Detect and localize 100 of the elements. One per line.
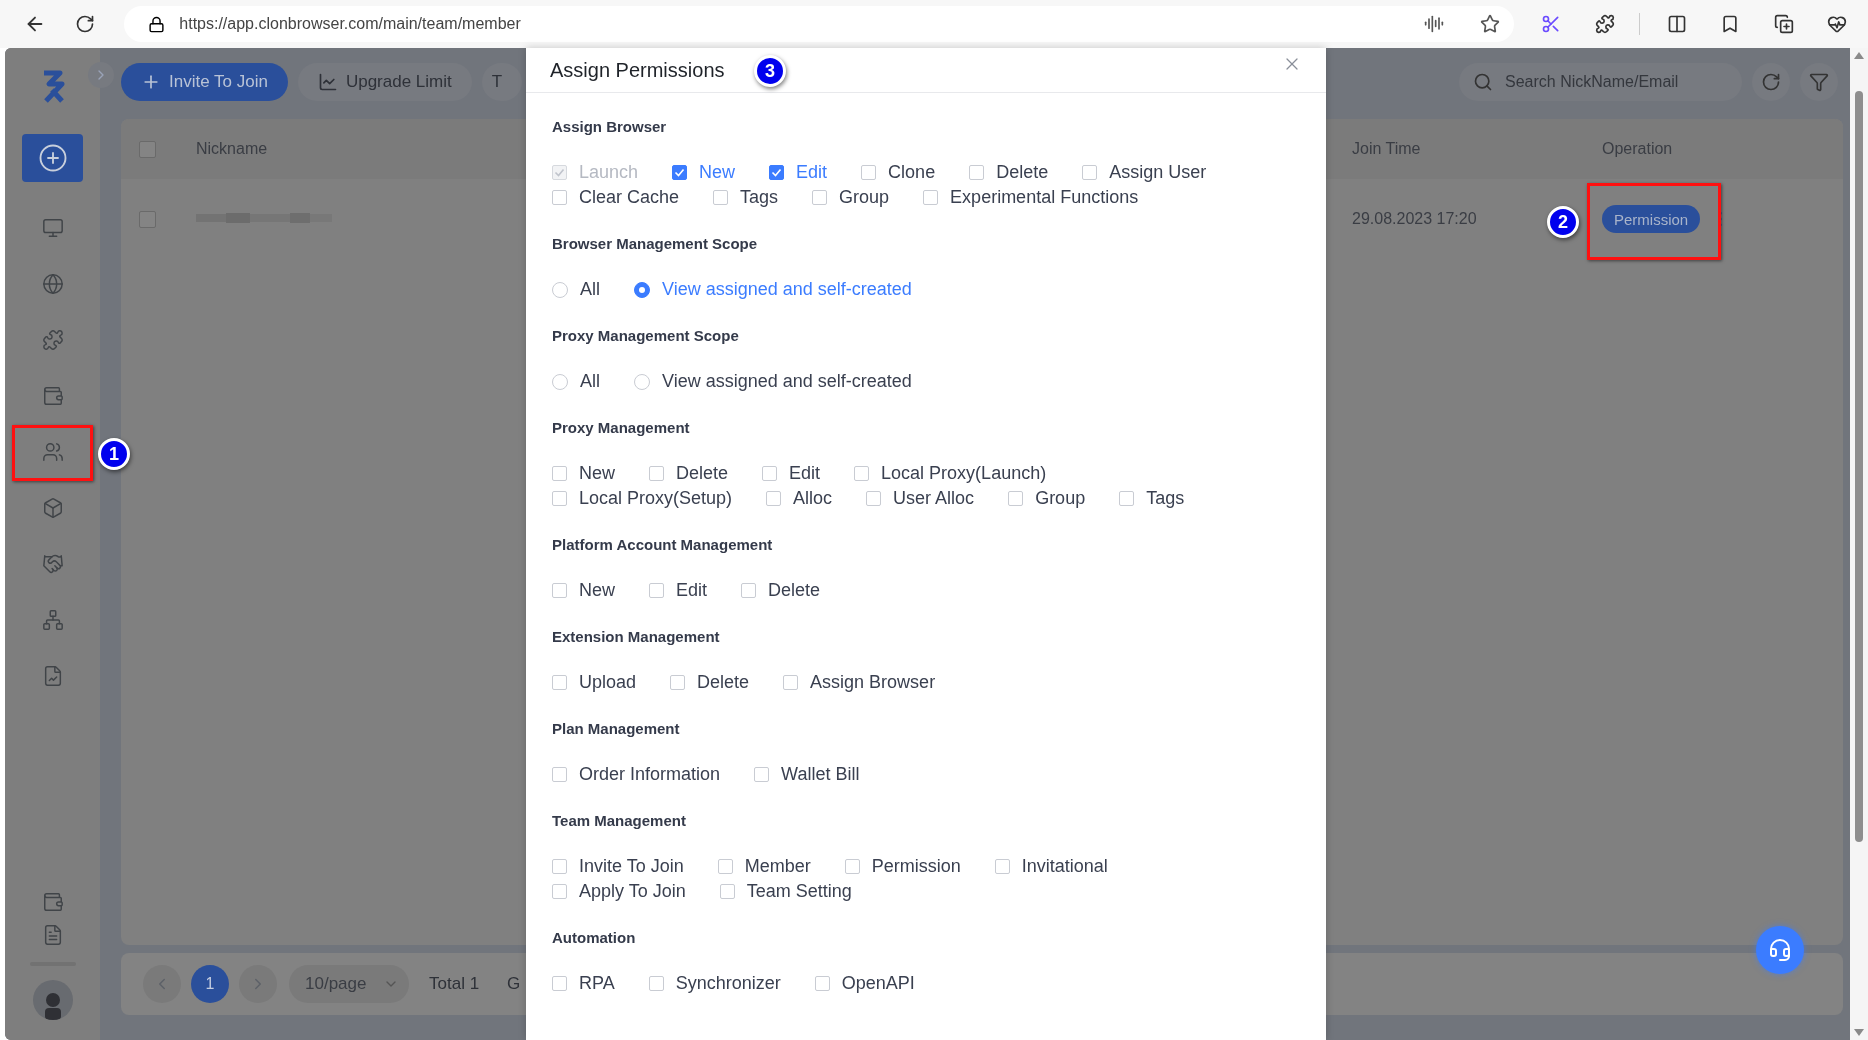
checkbox[interactable] [969,165,985,180]
checkbox-label: Edit [676,580,708,601]
add-button[interactable] [22,134,83,182]
radio-button[interactable] [552,281,568,298]
monitor-icon[interactable] [41,217,64,239]
user-avatar[interactable] [32,980,73,1020]
wallet-icon[interactable] [41,385,64,407]
checkbox[interactable] [1008,491,1024,506]
checkbox[interactable] [552,190,567,205]
radio-button[interactable] [634,373,650,390]
page-size-select[interactable]: 10/page [289,965,409,1003]
checkbox[interactable] [1119,491,1135,506]
checkbox[interactable] [923,190,939,205]
checkbox[interactable] [670,675,686,690]
total-count: Total 1 [429,974,480,994]
search-field[interactable]: Search NickName/Email [1459,63,1742,101]
hierarchy-icon[interactable] [41,609,64,631]
split-screen-icon[interactable] [1666,14,1687,34]
checkbox-label: Assign User [1109,162,1207,183]
users-icon[interactable] [41,441,64,463]
checkbox[interactable] [649,583,664,598]
checkbox[interactable] [1082,165,1098,180]
toolbar-button[interactable]: Invite To Join [121,63,288,101]
checkbox[interactable] [552,976,567,991]
collections-icon[interactable] [1773,14,1794,34]
checkbox[interactable] [552,583,567,598]
radio-button[interactable] [552,373,568,390]
checkbox-label: Invite To Join [579,856,684,877]
checkbox-label: Clone [888,162,936,183]
read-aloud-icon[interactable] [1424,14,1445,34]
select-all-checkbox[interactable] [139,140,156,158]
reload-icon[interactable] [75,14,96,34]
toolbar-button[interactable]: Upgrade Limit [297,63,472,101]
filter-button[interactable] [1800,63,1838,101]
scissors-icon[interactable] [1541,14,1561,34]
checkbox-label: Delete [697,672,750,693]
checkbox[interactable] [552,491,567,506]
section-title: Extension Management [552,627,721,647]
checkbox[interactable] [866,491,882,506]
checkbox[interactable] [717,859,733,874]
checkbox[interactable] [814,976,830,991]
checkbox-label: Experimental Functions [950,187,1139,208]
checkbox[interactable] [713,190,729,205]
checkbox[interactable] [552,466,567,481]
checkbox[interactable] [672,165,688,180]
row-checkbox[interactable] [139,210,156,228]
handshake-icon[interactable] [41,553,64,575]
checkbox[interactable] [769,165,785,180]
checkbox[interactable] [783,675,799,690]
checkbox[interactable] [812,190,828,205]
permission-button[interactable]: Permission [1602,205,1701,233]
cube-icon[interactable] [41,497,64,519]
favorite-star-icon[interactable] [1480,14,1501,34]
checkbox-label: Team Setting [746,881,852,902]
checkbox-label: Assign Browser [810,672,936,693]
refresh-button[interactable] [1752,63,1790,101]
checkbox[interactable] [552,859,567,874]
checkbox[interactable] [754,767,770,782]
checkbox-label: Apply To Join [579,881,686,902]
wallet-icon[interactable] [41,891,64,913]
checkbox[interactable] [861,165,877,180]
checkbox[interactable] [762,466,778,481]
checkbox[interactable] [719,884,735,899]
scroll-down-icon[interactable] [1854,1029,1864,1036]
checkbox-label: New [579,463,615,484]
checkbox[interactable] [994,859,1010,874]
checkbox[interactable] [854,466,870,481]
checkbox-label: Member [744,856,811,877]
section-title: Team Management [552,811,687,831]
section-title: Plan Management [552,719,681,739]
checkbox-label: Clear Cache [579,187,680,208]
extensions-icon[interactable] [1594,14,1615,34]
checkbox[interactable] [648,976,664,991]
checkbox[interactable] [649,466,664,481]
checkbox[interactable] [552,675,567,690]
toolbar-button[interactable]: T [481,63,523,101]
lock-icon [148,15,166,33]
heart-pulse-icon[interactable] [1827,14,1848,34]
radio-label: All [580,371,600,392]
checkbox[interactable] [741,583,757,598]
next-page-button[interactable] [239,965,277,1003]
checkbox[interactable] [844,859,860,874]
checkbox[interactable] [552,884,567,899]
scrollbar[interactable] [1850,48,1868,1040]
address-bar[interactable]: https://app.clonbrowser.com/main/team/member [124,6,1515,42]
scroll-up-icon[interactable] [1854,52,1864,59]
chart-icon [317,72,338,92]
checkbox[interactable] [766,491,782,506]
section-title: Automation [552,928,637,948]
radio-label: View assigned and self-created [662,279,912,300]
globe-icon[interactable] [41,273,64,295]
filter-icon [1809,72,1829,92]
checkbox[interactable] [552,767,567,782]
radio-button[interactable] [634,281,650,298]
previous-page-button[interactable] [143,965,181,1003]
page-button[interactable]: 1 [191,965,229,1003]
checkbox-label: Edit [796,162,828,183]
checkbox-label: Local Proxy(Launch) [881,463,1047,484]
puzzle-icon[interactable] [41,329,64,351]
scrollbar-thumb[interactable] [1855,91,1863,842]
